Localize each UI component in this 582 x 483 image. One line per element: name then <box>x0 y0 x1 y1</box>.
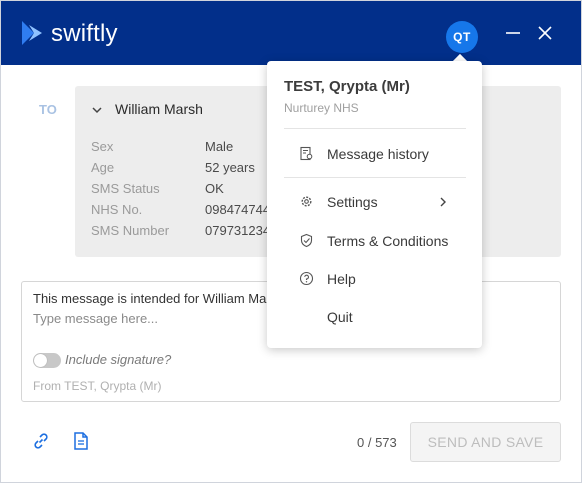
minimize-icon[interactable] <box>503 23 523 43</box>
detail-key: Age <box>91 160 115 175</box>
menu-user-name: TEST, Qrypta (Mr) <box>284 78 410 95</box>
user-menu: TEST, Qrypta (Mr) Nurturey NHS Message h… <box>267 61 482 348</box>
document-icon[interactable] <box>71 431 91 451</box>
detail-key: SMS Status <box>91 181 160 196</box>
toggle-knob <box>34 354 47 367</box>
menu-divider <box>284 128 466 129</box>
menu-item-help[interactable]: Help <box>267 264 482 294</box>
detail-key: SMS Number <box>91 223 170 238</box>
swiftly-logo-icon <box>22 21 42 45</box>
detail-value: 0797312345 <box>205 223 275 238</box>
link-icon[interactable] <box>31 431 51 451</box>
menu-divider <box>284 177 466 178</box>
signature-toggle[interactable] <box>33 353 61 368</box>
close-icon[interactable] <box>535 23 555 43</box>
menu-organisation: Nurturey NHS <box>284 101 359 115</box>
detail-key: Sex <box>91 139 114 154</box>
menu-item-label: Settings <box>327 194 378 210</box>
shield-check-icon <box>300 233 313 248</box>
brand-name: swiftly <box>51 20 118 47</box>
app-window: swiftly QT TO William Marsh Sex Male Age <box>0 0 582 483</box>
detail-value: 0984747440 <box>205 202 275 217</box>
menu-item-label: Help <box>327 271 356 287</box>
menu-item-quit[interactable]: Quit <box>267 302 482 332</box>
detail-value: Male <box>205 139 234 154</box>
from-text: From TEST, Qrypta (Mr) <box>33 379 162 393</box>
to-label: TO <box>39 102 57 117</box>
message-input[interactable]: Type message here... <box>33 311 158 326</box>
menu-item-message-history[interactable]: Message history <box>267 139 482 169</box>
gear-icon <box>301 196 312 207</box>
menu-item-label: Quit <box>327 309 353 325</box>
chevron-down-icon[interactable] <box>91 104 103 116</box>
menu-item-label: Message history <box>327 146 429 162</box>
menu-item-settings[interactable]: Settings <box>267 187 482 217</box>
detail-value: 52 years <box>205 160 255 175</box>
recipient-name: William Marsh <box>115 101 203 117</box>
signature-label: Include signature? <box>65 352 172 367</box>
character-counter: 0 / 573 <box>357 435 397 450</box>
help-icon <box>299 271 314 286</box>
detail-value: OK <box>205 181 224 196</box>
send-and-save-button[interactable]: SEND AND SAVE <box>410 422 561 462</box>
detail-key: NHS No. <box>91 202 143 217</box>
title-bar: swiftly QT <box>1 1 581 65</box>
chevron-right-icon <box>440 197 446 207</box>
menu-item-terms[interactable]: Terms & Conditions <box>267 226 482 256</box>
user-avatar-button[interactable]: QT <box>446 21 478 53</box>
history-icon <box>300 146 313 161</box>
menu-item-label: Terms & Conditions <box>327 233 449 249</box>
message-intro-text: This message is intended for William Mar… <box>33 291 273 306</box>
